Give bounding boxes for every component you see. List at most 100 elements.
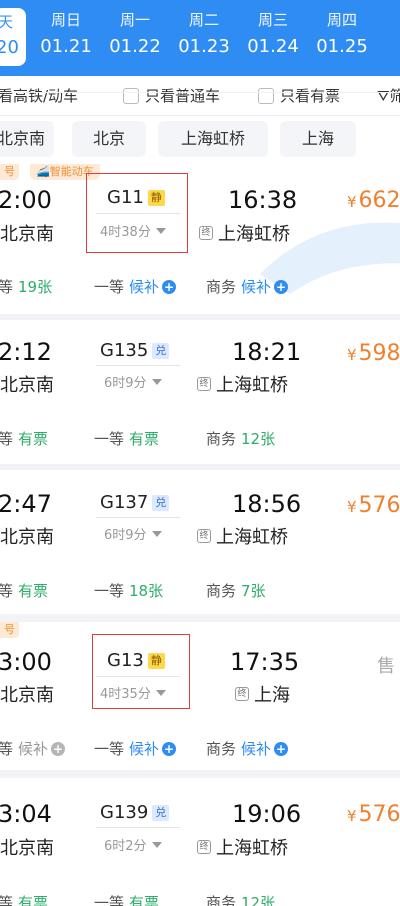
terminal-icon: 终 — [197, 840, 211, 854]
filter-youpiao[interactable]: 只看有票 — [258, 85, 340, 106]
filter-gaotie-label: 看高铁/动车 — [0, 87, 79, 105]
date-value: 01.22 — [109, 36, 161, 57]
checkbox-icon[interactable] — [258, 87, 274, 104]
exchange-tag: 兑 — [152, 804, 170, 821]
seat-business-class[interactable]: 商务 12张 — [206, 892, 275, 906]
seat-label: 商务 — [206, 430, 237, 448]
seat-business-class[interactable]: 商务 7张 — [206, 580, 266, 601]
train-card-g137[interactable]: 2:47 北京南 G137 兑 6时9分 18:56 终上海虹桥 ¥576 等有票… — [0, 470, 400, 614]
seat-second-class[interactable]: 等有票 — [0, 580, 48, 601]
checkbox-icon[interactable] — [123, 87, 139, 104]
station-chip-1[interactable]: 北京 — [72, 121, 146, 157]
departure-time: 3:00 — [0, 648, 52, 676]
highlight-box — [86, 173, 188, 253]
date-weekday: 周日 — [50, 11, 81, 29]
train-icon: 🚄 — [36, 165, 50, 178]
date-value: 01.21 — [40, 36, 92, 57]
seat-business-class[interactable]: 商务 候补 + — [206, 276, 289, 297]
arrival-time: 18:56 — [232, 490, 302, 518]
caret-down-icon — [151, 530, 162, 537]
arrival-time: 16:38 — [228, 186, 298, 214]
departure-time: 2:12 — [0, 338, 52, 366]
terminal-icon: 终 — [197, 529, 211, 543]
seat-business-class[interactable]: 商务 候补 + — [206, 738, 289, 759]
station-chips: 北京南 北京 上海虹桥 上海 — [0, 116, 400, 164]
duration-toggle[interactable]: 6时9分 — [104, 372, 162, 391]
seat-second-class[interactable]: 等候补 + — [0, 738, 66, 759]
seat-label: 一等 — [94, 582, 125, 600]
date-value: 20 — [0, 37, 19, 58]
duration-toggle[interactable]: 6时2分 — [104, 835, 162, 854]
seat-first-class[interactable]: 一等 候补 + — [94, 276, 177, 297]
terminal-icon: 终 — [197, 377, 211, 391]
seat-first-class[interactable]: 一等 18张 — [94, 580, 163, 601]
departure-time: 3:04 — [0, 800, 52, 828]
date-tab-2[interactable]: 周一 01.22 — [102, 10, 168, 61]
exchange-tag: 兑 — [152, 494, 170, 511]
filter-button[interactable]: ⛛筛 — [377, 85, 400, 106]
seat-label: 一等 — [94, 430, 125, 448]
seat-availability: 12张 — [241, 894, 276, 906]
station-chip-0[interactable]: 北京南 — [0, 121, 54, 157]
train-code[interactable]: G135 兑 — [100, 340, 170, 361]
date-tab-5[interactable]: 周四 01.25 — [309, 10, 375, 61]
seat-availability: 有票 — [18, 894, 49, 906]
seat-label: 商务 — [206, 582, 237, 600]
date-value: 01.23 — [178, 36, 230, 57]
date-tab-3[interactable]: 周二 01.23 — [171, 10, 237, 61]
caret-down-icon — [151, 841, 162, 848]
departure-station: 北京南 — [0, 375, 54, 396]
funnel-icon: ⛛ — [377, 87, 390, 105]
date-tab-1[interactable]: 周日 01.21 — [33, 10, 99, 61]
seat-label: 商务 — [206, 894, 237, 906]
plus-circle-icon[interactable]: + — [162, 741, 177, 756]
filter-youpiao-label: 只看有票 — [280, 87, 341, 105]
seat-first-class[interactable]: 一等 候补 + — [94, 738, 177, 759]
departure-station: 北京南 — [0, 527, 54, 548]
seat-second-class[interactable]: 等有票 — [0, 892, 48, 906]
seat-business-class[interactable]: 商务 12张 — [206, 428, 275, 449]
seat-label: 等 — [0, 740, 14, 758]
seat-second-class[interactable]: 等 19张 — [0, 276, 52, 297]
train-code-text: G139 — [100, 802, 149, 823]
seat-first-class[interactable]: 一等 有票 — [94, 892, 159, 906]
seat-availability: 有票 — [18, 430, 49, 448]
station-chip-2[interactable]: 上海虹桥 — [158, 121, 268, 157]
filter-gaotie[interactable]: 看高铁/动车 — [0, 85, 78, 106]
terminal-icon: 终 — [199, 226, 213, 240]
seat-availability: 7张 — [241, 582, 266, 600]
seat-first-class[interactable]: 一等 有票 — [94, 428, 159, 449]
train-code[interactable]: G137 兑 — [100, 492, 170, 513]
station-chip-3[interactable]: 上海 — [280, 121, 356, 157]
train-card-g13[interactable]: 号 3:00 北京南 G13 静 4时35分 17:35 终上海 售 等候补 + 一… — [0, 622, 400, 770]
seat-label: 商务 — [206, 740, 237, 758]
plus-circle-icon[interactable]: + — [274, 279, 289, 294]
train-card-g139[interactable]: 3:04 北京南 G139 兑 6时2分 19:06 终上海虹桥 ¥576 等有票… — [0, 778, 400, 906]
highlight-box — [92, 634, 190, 709]
plus-circle-icon[interactable]: + — [274, 741, 289, 756]
filter-button-label: 筛 — [389, 87, 400, 105]
seat-label: 等 — [0, 582, 14, 600]
seat-second-class[interactable]: 等有票 — [0, 428, 48, 449]
arrival-station-name: 上海 — [254, 685, 290, 706]
train-code[interactable]: G139 兑 — [100, 802, 170, 823]
plus-circle-icon[interactable]: + — [162, 279, 177, 294]
date-tab-4[interactable]: 周三 01.24 — [240, 10, 306, 61]
train-card-g11[interactable]: 号 🚄智能动车 2:00 北京南 G11 静 4时38分 16:38 终上海虹桥 … — [0, 164, 400, 314]
seat-availability: 候补 — [129, 740, 160, 758]
arrival-station-name: 上海虹桥 — [216, 838, 288, 859]
seat-availability: 候补 — [241, 278, 272, 296]
price: ¥598 — [347, 341, 400, 366]
badge-number: 号 — [0, 622, 19, 638]
price-value: 598 — [358, 341, 400, 366]
filter-putong[interactable]: 只看普通车 — [123, 85, 220, 106]
date-tab-0[interactable]: 天 20 — [0, 8, 26, 66]
currency-symbol: ¥ — [347, 498, 357, 516]
seat-label: 一等 — [94, 740, 125, 758]
seat-availability: 有票 — [129, 894, 160, 906]
date-weekday: 周二 — [188, 11, 219, 29]
exchange-tag: 兑 — [152, 342, 170, 359]
train-card-g135[interactable]: 2:12 北京南 G135 兑 6时9分 18:21 终上海虹桥 ¥598 等有票… — [0, 320, 400, 464]
badge-number: 号 — [0, 164, 19, 180]
duration-toggle[interactable]: 6时9分 — [104, 524, 162, 543]
